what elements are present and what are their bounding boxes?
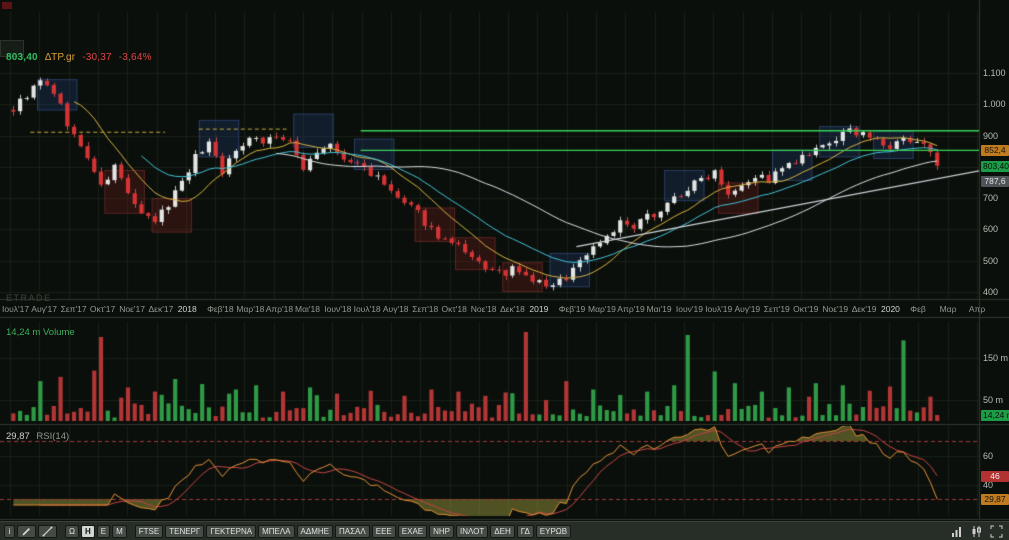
toolbar-expand-icon[interactable] <box>988 524 1005 539</box>
time-axis-label: Ιουν'19 <box>675 304 703 314</box>
symbol-button-ΠΑΣΑΛ[interactable]: ΠΑΣΑΛ <box>335 524 370 538</box>
time-axis-label: Μαρ <box>939 304 957 314</box>
price-tick: 500 <box>983 255 999 266</box>
toolbar-pencil-tool[interactable] <box>17 524 36 538</box>
price-tick: 600 <box>983 224 999 235</box>
rsi-value: 29,87 <box>6 431 30 442</box>
time-axis-label: Σεπ'17 <box>60 304 87 314</box>
time-axis-label: Σεπ'18 <box>412 304 439 314</box>
last-price-value: 803,40 <box>6 52 38 63</box>
symbol-button-ΓΔ[interactable]: ΓΔ <box>516 524 534 538</box>
price-axis-tag: 852,4 <box>981 145 1009 157</box>
price-tick: 1.000 <box>983 99 1006 110</box>
price-tick: 700 <box>983 193 999 204</box>
rsi-label: RSI(14) <box>36 431 70 442</box>
price-change-pct: -3,64% <box>118 52 152 63</box>
timeframe-group: ΩΗΕΜ <box>65 524 129 538</box>
time-axis-label: 2019 <box>529 304 549 314</box>
trading-app: 803,40 ΔΤΡ.gr -30,37 -3,64% 14,24 m Volu… <box>0 0 1009 540</box>
price-tick: 900 <box>983 130 999 141</box>
time-axis-label: Φεβ'19 <box>558 304 586 314</box>
rsi-legend: 29,87 RSI(14) <box>6 431 69 442</box>
rsi-signal-tag: 46 <box>981 470 1009 482</box>
bottom-toolbar: i ΩΗΕΜ FTSE ΤΕΝΕΡΓ ΓΕΚΤΕΡΝΑ ΜΠΕΛΑ ΑΔΜΗΕ ΠΑΣΑΛ… <box>0 521 1009 540</box>
price-change: -30,37 <box>82 52 112 63</box>
time-axis-label: Απρ'18 <box>265 304 294 314</box>
price-tick: 1.100 <box>983 67 1006 78</box>
symbol-button-ΓΕΚΤΕΡΝΑ[interactable]: ΓΕΚΤΕΡΝΑ <box>206 524 257 538</box>
volume-axis-tag: 14,24 m <box>981 410 1009 422</box>
expand-icon <box>990 525 1003 537</box>
time-axis-label: 2018 <box>177 304 197 314</box>
time-axis-label: Μαρ'19 <box>588 304 616 314</box>
time-axis-label: Δεκ'19 <box>851 304 877 314</box>
price-axis-tag: 787,6 <box>981 175 1009 187</box>
symbol-button-ΝΗΡ[interactable]: ΝΗΡ <box>429 524 454 538</box>
symbol-button-ΕΕΕ[interactable]: ΕΕΕ <box>371 524 396 538</box>
time-axis-label: Ιουλ'18 <box>353 304 381 314</box>
time-axis-label: Αυγ'19 <box>734 304 761 314</box>
timeframe-Ε[interactable]: Ε <box>96 524 111 538</box>
rsi-tick: 60 <box>983 450 994 461</box>
timeframe-Ω[interactable]: Ω <box>65 524 79 538</box>
time-axis-label: Σεπ'19 <box>763 304 790 314</box>
timeframe-Η[interactable]: Η <box>80 524 95 538</box>
time-axis-label: Οκτ'17 <box>89 304 116 314</box>
toolbar-info-tool[interactable]: i <box>4 524 15 538</box>
symbol-button-ΜΠΕΛΑ[interactable]: ΜΠΕΛΑ <box>258 524 295 538</box>
symbol-name: ΔΤΡ.gr <box>44 52 76 63</box>
time-axis-label: Νοε'17 <box>119 304 145 314</box>
time-axis-label: Ιουλ'17 <box>2 304 30 314</box>
time-axis-label: Δεκ'17 <box>148 304 174 314</box>
volume-value: 14,24 m <box>6 327 41 338</box>
time-axis-label: Αυγ'18 <box>382 304 409 314</box>
rsi-axis-tag: 29,87 <box>981 494 1009 506</box>
toolbar-candlestick-icon[interactable] <box>968 524 985 539</box>
candlestick-icon <box>972 525 981 537</box>
time-axis-label: Απρ'19 <box>617 304 645 314</box>
pencil-icon <box>22 527 30 535</box>
symbol-legend: 803,40 ΔΤΡ.gr -30,37 -3,64% <box>6 52 152 63</box>
time-axis-label: Μαι'18 <box>295 304 320 314</box>
volume-legend: 14,24 m Volume <box>6 327 75 338</box>
price-axis-tag: 803,40 <box>981 160 1009 172</box>
volume-label: Volume <box>42 327 75 338</box>
trendline-icon <box>42 526 53 536</box>
bar-chart-icon <box>952 526 961 537</box>
time-axis-label: 2020 <box>881 304 900 314</box>
symbol-button-ΤΕΝΕΡΓ[interactable]: ΤΕΝΕΡΓ <box>165 524 205 538</box>
time-axis-label: Μαρ'18 <box>236 304 265 314</box>
platform-watermark: ETRADE <box>6 293 52 303</box>
time-axis-label: Αυγ'17 <box>31 304 57 314</box>
chart-canvas[interactable] <box>0 0 1009 521</box>
toolbar-bar-chart-icon[interactable] <box>948 524 965 539</box>
symbol-button-ΑΔΜΗΕ[interactable]: ΑΔΜΗΕ <box>296 524 333 538</box>
volume-tick: 50 m <box>983 395 1004 405</box>
time-axis-label: Οκτ'18 <box>441 304 467 314</box>
chart-style-group <box>945 524 1005 539</box>
symbol-button-FTSE[interactable]: FTSE <box>134 524 164 538</box>
symbol-button-ΙΝΛΟΤ[interactable]: ΙΝΛΟΤ <box>456 524 489 538</box>
symbol-button-ΔΕΗ[interactable]: ΔΕΗ <box>490 524 515 538</box>
time-axis-label: Νοε'18 <box>470 304 497 314</box>
volume-tick: 150 m <box>983 353 1009 363</box>
time-axis-label: Ιουν'18 <box>324 304 352 314</box>
symbol-button-ΕΥΡΩΒ[interactable]: ΕΥΡΩΒ <box>535 524 572 538</box>
time-axis-label: Φεβ <box>910 304 926 314</box>
time-axis-label: Οκτ'19 <box>793 304 819 314</box>
app-icon <box>2 2 12 9</box>
time-axis-label: Ιουλ'19 <box>705 304 733 314</box>
price-tick: 400 <box>983 287 999 297</box>
time-axis-label: Μαι'19 <box>646 304 672 314</box>
time-axis-label: Φεβ'18 <box>207 304 234 314</box>
drawing-tools-group: i <box>4 524 59 538</box>
time-axis-label: Δεκ'18 <box>500 304 525 314</box>
time-axis-label: Απρ <box>968 304 986 314</box>
time-axis-label: Νοε'19 <box>822 304 849 314</box>
symbol-button-ΕΧΑΕ[interactable]: ΕΧΑΕ <box>397 524 428 538</box>
timeframe-Μ[interactable]: Μ <box>112 524 127 538</box>
symbol-shortcuts-group: FTSE ΤΕΝΕΡΓ ΓΕΚΤΕΡΝΑ ΜΠΕΛΑ ΑΔΜΗΕ ΠΑΣΑΛ ΕΕΕ ΕΧΑΕ… <box>134 524 573 538</box>
toolbar-trendline-tool[interactable] <box>38 524 57 538</box>
